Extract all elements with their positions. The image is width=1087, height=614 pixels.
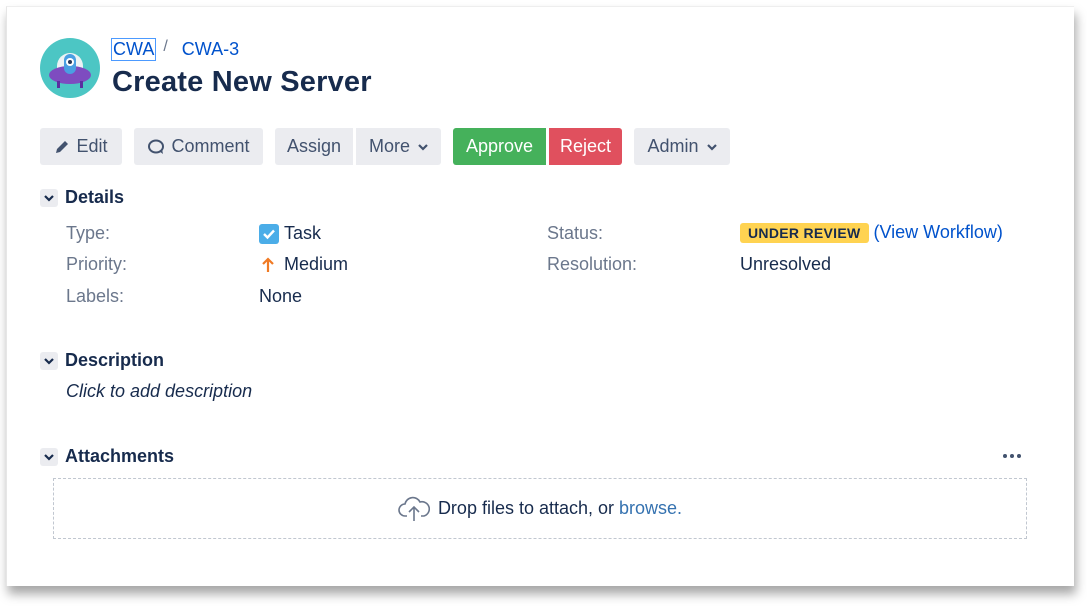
more-label: More <box>368 136 410 156</box>
comment-icon <box>148 139 165 154</box>
chevron-down-icon <box>418 143 428 151</box>
reject-label: Reject <box>559 136 612 156</box>
details-toggle[interactable] <box>40 188 58 207</box>
chevron-down-icon <box>44 453 54 461</box>
description-section-header[interactable]: Description <box>40 350 164 371</box>
task-type-icon <box>259 223 279 244</box>
resolution-value: Unresolved <box>740 254 832 274</box>
details-section-header[interactable]: Details <box>40 187 124 208</box>
type-value-text: Task <box>284 223 322 243</box>
attachments-toggle[interactable] <box>40 447 58 466</box>
pencil-icon <box>56 140 69 153</box>
labels-label: Labels: <box>66 286 125 306</box>
assign-button[interactable]: Assign <box>275 128 353 165</box>
browse-link[interactable]: browse. <box>619 498 682 519</box>
attachments-heading: Attachments <box>65 446 175 466</box>
project-avatar[interactable] <box>40 38 100 98</box>
edit-label: Edit <box>76 136 108 156</box>
status-label: Status: <box>547 223 604 243</box>
details-heading: Details <box>65 187 125 207</box>
type-label: Type: <box>66 223 111 243</box>
priority-value-text: Medium <box>284 254 349 274</box>
chevron-down-icon <box>44 357 54 365</box>
type-value: Task <box>259 223 321 244</box>
priority-medium-arrow-up-icon <box>262 256 274 272</box>
reject-button[interactable]: Reject <box>549 128 622 165</box>
attachments-section-header[interactable]: Attachments <box>40 446 174 467</box>
breadcrumb-project-link[interactable]: CWA <box>110 38 157 61</box>
resolution-label: Resolution: <box>547 254 638 274</box>
admin-label: Admin <box>647 136 699 156</box>
breadcrumb-issue-link[interactable]: CWA-3 <box>182 39 239 60</box>
admin-button[interactable]: Admin <box>634 128 730 165</box>
status-value: UNDER REVIEW (View Workflow) <box>740 222 1003 243</box>
attachments-more-button[interactable] <box>1000 448 1024 464</box>
attachment-dropzone[interactable]: Drop files to attach, or browse. <box>53 478 1027 539</box>
drop-files-text: Drop files to attach, or <box>437 498 615 518</box>
chevron-down-icon <box>706 143 717 151</box>
breadcrumb: CWA / CWA-3 <box>110 37 239 61</box>
status-lozenge: UNDER REVIEW <box>740 222 869 243</box>
comment-button[interactable]: Comment <box>134 128 263 165</box>
more-dots-icon <box>1003 454 1021 458</box>
view-workflow-link[interactable]: (View Workflow) <box>874 222 1003 243</box>
project-avatar-icon <box>40 38 100 98</box>
comment-label: Comment <box>171 136 250 156</box>
breadcrumb-separator: / <box>163 37 168 55</box>
description-toggle[interactable] <box>40 351 58 370</box>
description-field[interactable]: Click to add description <box>66 381 252 402</box>
chevron-down-icon <box>44 194 54 202</box>
priority-value: Medium <box>259 254 348 275</box>
more-button[interactable]: More <box>356 128 441 165</box>
cloud-upload-icon <box>398 496 430 521</box>
assign-label: Assign <box>286 136 342 156</box>
approve-label: Approve <box>465 136 534 156</box>
issue-title[interactable]: Create New Server <box>112 66 372 99</box>
approve-button[interactable]: Approve <box>453 128 546 165</box>
description-heading: Description <box>65 350 165 370</box>
edit-button[interactable]: Edit <box>40 128 122 165</box>
labels-value[interactable]: None <box>259 286 302 307</box>
priority-label: Priority: <box>66 254 128 274</box>
